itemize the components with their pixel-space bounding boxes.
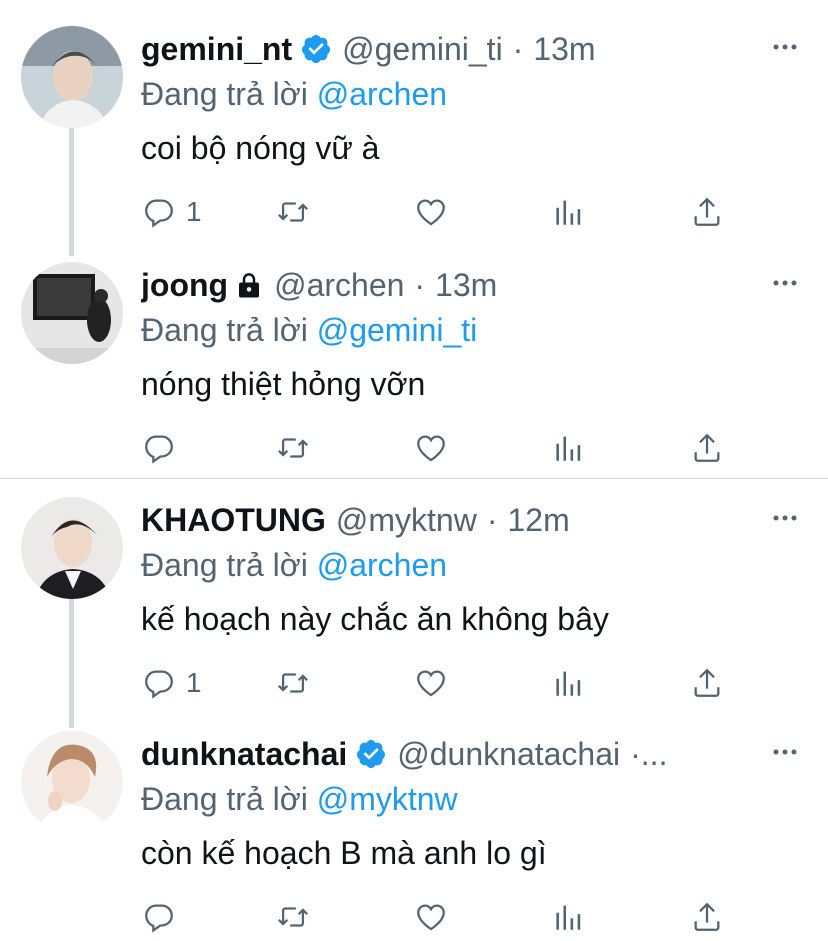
replying-to: Đang trả lời @myktnw (141, 777, 458, 821)
verified-badge-icon (357, 740, 386, 768)
tweet-header: dunknatachai @dunknatachai ·... (141, 731, 798, 777)
display-name[interactable]: joong (141, 262, 228, 308)
replying-to-label: Đang trả lời (141, 547, 308, 583)
share-button[interactable] (690, 663, 724, 703)
verified-badge-icon (302, 35, 331, 63)
display-name[interactable]: KHAOTUNG (141, 497, 326, 543)
reply-icon (145, 904, 173, 933)
user-handle[interactable]: @archen (274, 262, 404, 308)
avatar[interactable] (21, 26, 123, 128)
heart-icon (417, 435, 445, 462)
separator-dot: · (512, 31, 524, 67)
analytics-button[interactable] (552, 663, 586, 703)
conversation-divider (0, 478, 828, 479)
heart-icon (417, 199, 445, 226)
reply-button[interactable] (142, 428, 186, 468)
replying-to-label: Đang trả lời (141, 76, 308, 112)
like-button[interactable] (414, 897, 448, 937)
tweet-item[interactable]: dunknatachai @dunknatachai ·... Đang trả… (0, 731, 828, 941)
avatar[interactable] (21, 262, 123, 364)
avatar[interactable] (21, 497, 123, 599)
tweet-item[interactable]: KHAOTUNG @myktnw · 12m Đang trả lời @arc… (0, 497, 828, 707)
analytics-icon (556, 200, 581, 225)
replying-to: Đang trả lời @archen (141, 543, 447, 587)
retweet-icon (278, 202, 308, 222)
analytics-button[interactable] (552, 192, 586, 232)
analytics-icon (556, 436, 581, 461)
retweet-button[interactable] (276, 428, 310, 468)
reply-button[interactable]: 1 (142, 663, 202, 703)
retweet-icon (278, 907, 308, 927)
tweet-text: nóng thiệt hỏng vỡn (141, 366, 426, 402)
reply-count: 1 (186, 196, 202, 227)
timestamp[interactable]: 13m (435, 262, 497, 308)
tweet-item[interactable]: gemini_nt @gemini_ti · 13m Đang trả lời … (0, 26, 828, 236)
tweet-header: gemini_nt @gemini_ti · 13m (141, 26, 798, 72)
share-icon (694, 197, 720, 226)
timestamp[interactable]: 13m (533, 26, 595, 72)
mention-link[interactable]: @myktnw (317, 781, 458, 817)
tweet-item[interactable]: joong @archen · 13m Đang trả lời @gemini… (0, 262, 828, 472)
analytics-button[interactable] (552, 897, 586, 937)
mention-link[interactable]: @archen (317, 76, 447, 112)
retweet-button[interactable] (276, 897, 310, 937)
like-button[interactable] (414, 192, 448, 232)
analytics-icon (556, 671, 581, 696)
separator-dot: ·... (630, 736, 668, 772)
more-options-icon[interactable] (772, 34, 798, 60)
tweet-actions (0, 428, 828, 468)
tweet-text: coi bộ nóng vữ à (141, 130, 380, 166)
retweet-icon (278, 673, 308, 693)
replying-to: Đang trả lời @archen (141, 72, 447, 116)
share-button[interactable] (690, 192, 724, 232)
analytics-button[interactable] (552, 428, 586, 468)
reply-icon (145, 670, 173, 699)
replying-to-label: Đang trả lời (141, 781, 308, 817)
tweet-actions: 1 (0, 192, 828, 232)
reply-count: 1 (186, 667, 202, 698)
user-handle[interactable]: @gemini_ti (342, 26, 503, 72)
timestamp[interactable]: 12m (507, 497, 569, 543)
mention-link[interactable]: @archen (317, 547, 447, 583)
share-icon (694, 902, 720, 931)
heart-icon (417, 670, 445, 697)
reply-button[interactable] (142, 897, 186, 937)
share-button[interactable] (690, 428, 724, 468)
heart-icon (417, 904, 445, 931)
replying-to-label: Đang trả lời (141, 312, 308, 348)
tweet-text: kế hoạch này chắc ăn không bây (141, 601, 609, 637)
retweet-button[interactable] (276, 192, 310, 232)
like-button[interactable] (414, 428, 448, 468)
tweet-header: joong @archen · 13m (141, 262, 798, 308)
reply-icon (145, 199, 173, 228)
user-handle[interactable]: @myktnw (336, 497, 477, 543)
tweet-actions (0, 897, 828, 937)
share-icon (694, 433, 720, 462)
user-handle[interactable]: @dunknatachai (397, 731, 620, 777)
reply-icon (145, 435, 173, 464)
replying-to: Đang trả lời @gemini_ti (141, 308, 477, 352)
separator-dot: · (486, 502, 498, 538)
tweet-header: KHAOTUNG @myktnw · 12m (141, 497, 798, 543)
mention-link[interactable]: @gemini_ti (317, 312, 478, 348)
display-name[interactable]: gemini_nt (141, 26, 292, 72)
more-options-icon[interactable] (772, 739, 798, 765)
like-button[interactable] (414, 663, 448, 703)
tweet-actions: 1 (0, 663, 828, 703)
retweet-button[interactable] (276, 663, 310, 703)
display-name[interactable]: dunknatachai (141, 731, 347, 777)
analytics-icon (556, 905, 581, 930)
avatar[interactable] (21, 731, 123, 833)
share-button[interactable] (690, 897, 724, 937)
tweet-text: còn kế hoạch B mà anh lo gì (141, 835, 547, 871)
lock-icon (239, 273, 260, 298)
more-options-icon[interactable] (772, 505, 798, 531)
separator-dot: · (414, 267, 426, 303)
share-icon (694, 668, 720, 697)
reply-button[interactable]: 1 (142, 192, 202, 232)
retweet-icon (278, 438, 308, 458)
more-options-icon[interactable] (772, 270, 798, 296)
